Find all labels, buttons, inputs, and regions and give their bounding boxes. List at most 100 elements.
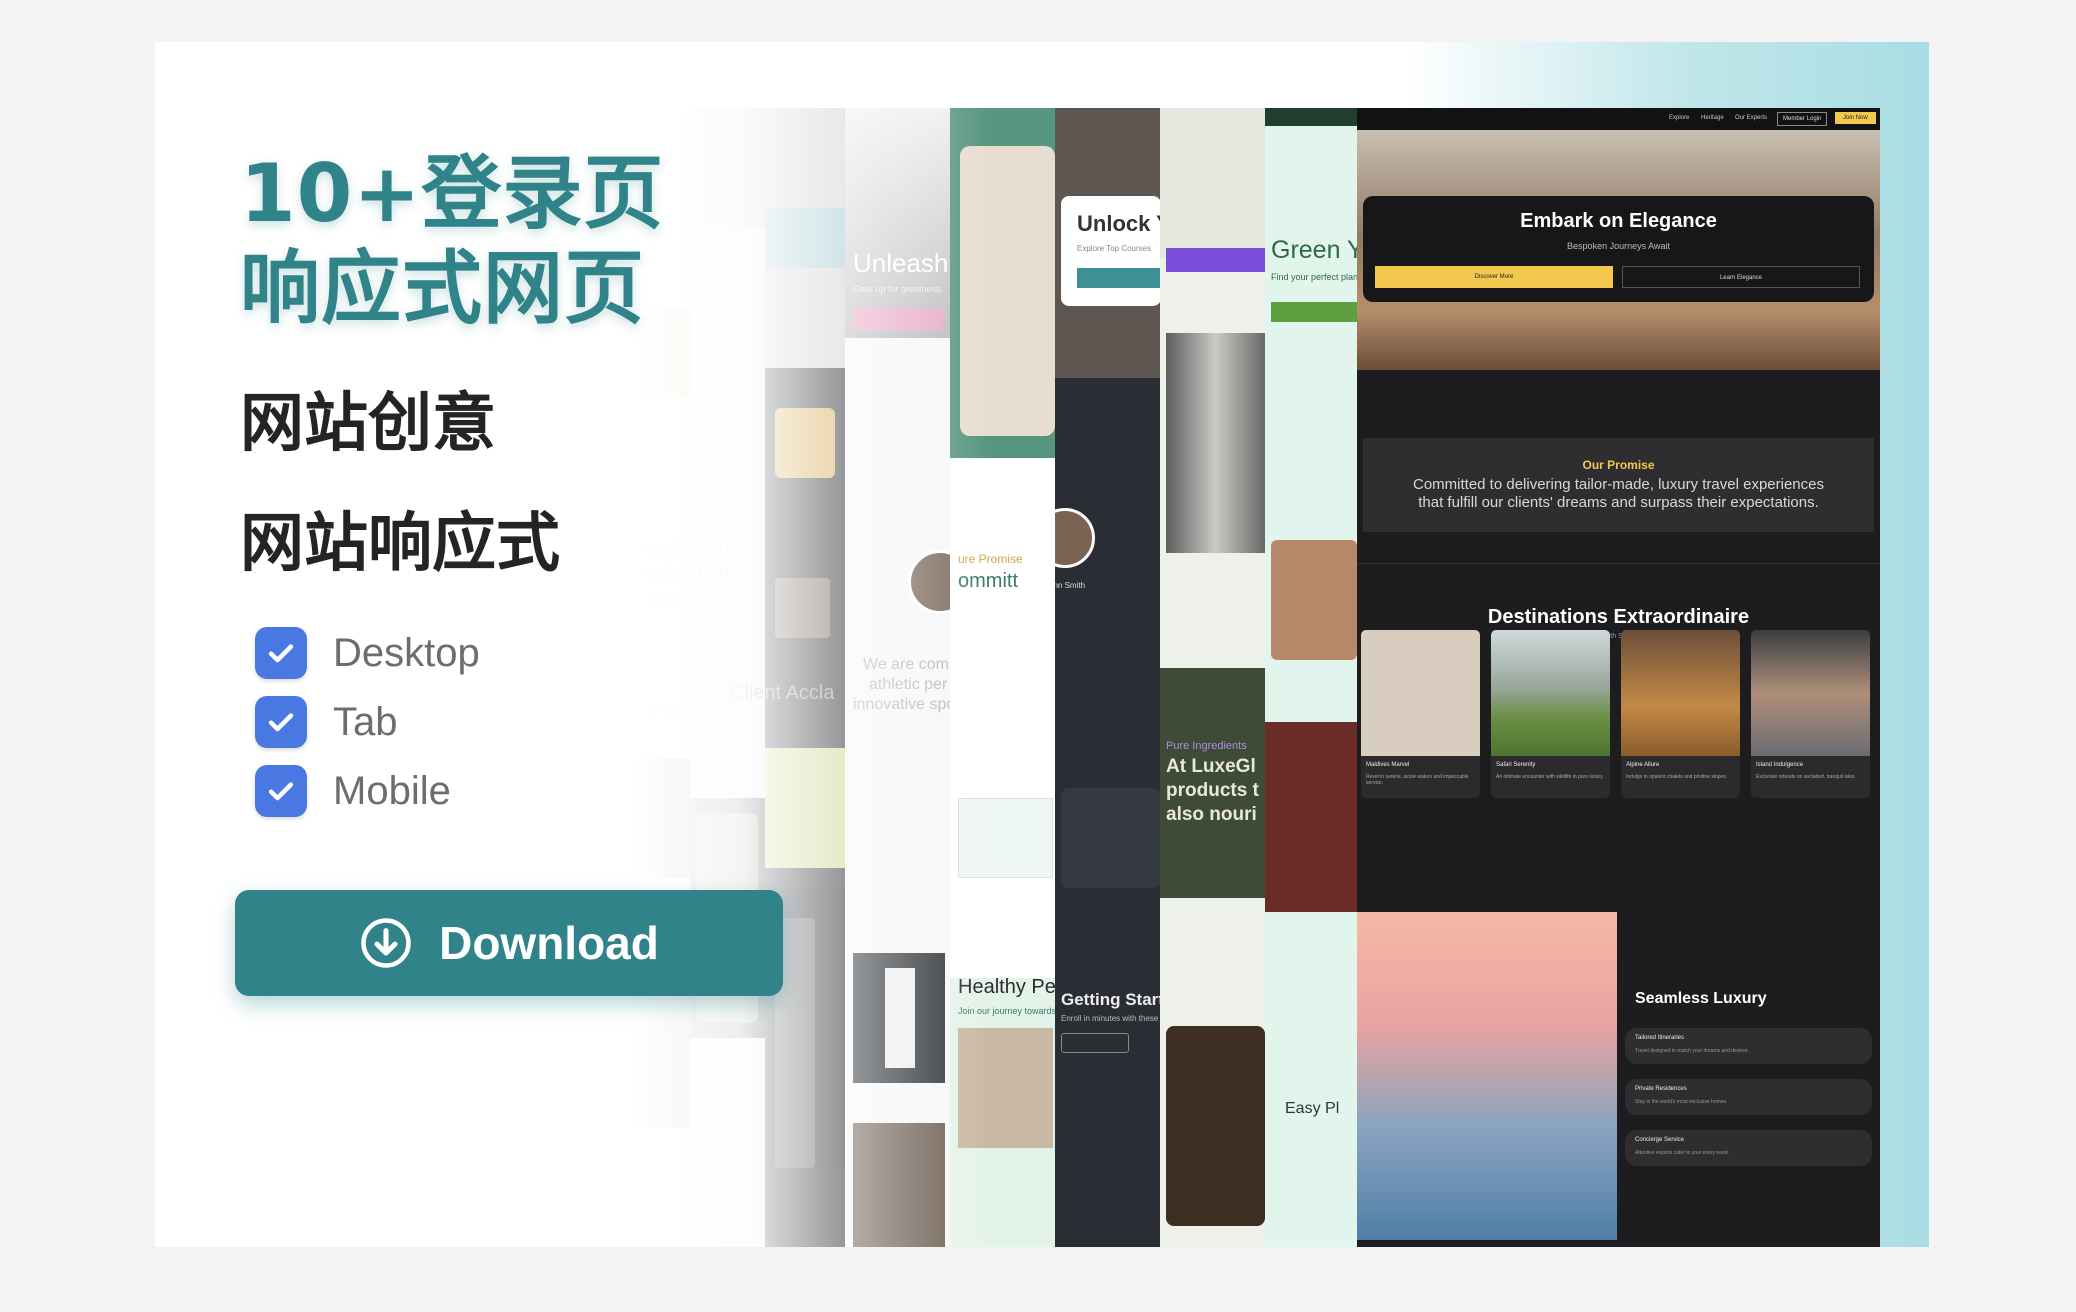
checkbox-checked-icon — [255, 765, 307, 817]
site-nav-item[interactable]: Our Experts — [1735, 115, 1767, 121]
luxury-item-desc: Travel designed to match your dreams and… — [1635, 1048, 1749, 1054]
preview-image — [1166, 333, 1265, 553]
site-promise-text: that fulfill our clients' dreams and sur… — [1418, 494, 1819, 511]
luxury-image — [1357, 912, 1617, 1240]
preview-text: We are comm — [863, 656, 950, 673]
checkbox-checked-icon — [255, 627, 307, 679]
preview-image — [960, 146, 1055, 436]
destination-image — [1621, 630, 1740, 756]
preview-avatar — [908, 550, 950, 614]
download-label: Download — [439, 917, 659, 969]
feature-label: Desktop — [333, 630, 480, 675]
preview-heading: Easy Pl — [1285, 1100, 1340, 1117]
destination-name: Alpine Allure — [1626, 762, 1660, 768]
site-hero-title: Embark on Elegance — [1520, 210, 1717, 232]
preview-avatar — [1055, 508, 1095, 568]
preview-image — [950, 458, 1055, 978]
preview-image — [1265, 108, 1357, 126]
preview-image — [958, 1028, 1053, 1148]
preview-image — [958, 798, 1053, 878]
destination-image — [1751, 630, 1870, 756]
site-hero-subtitle: Bespoken Journeys Await — [1567, 241, 1670, 251]
preview-image — [1265, 722, 1357, 912]
preview-button — [1061, 1033, 1129, 1053]
hero-heading-line1: 10+登录页 — [240, 147, 665, 240]
luxury-item-desc: Attentive experts cater to your every ne… — [1635, 1150, 1729, 1156]
hero-heading-line2: 响应式网页 — [240, 242, 645, 335]
preview-heading: products t — [1166, 780, 1259, 801]
preview-image — [853, 1123, 945, 1247]
destination-card[interactable]: Maldives Marvel Revel in serene, azure w… — [1361, 630, 1480, 798]
checkbox-checked-icon — [255, 696, 307, 748]
preview-text: athletic per — [869, 676, 948, 693]
feature-desktop: Desktop — [255, 627, 480, 679]
preview-image — [1271, 540, 1357, 660]
feature-mobile: Mobile — [255, 765, 451, 817]
destination-name: Island Indulgence — [1756, 762, 1804, 768]
site-nav-item[interactable]: Explore — [1669, 115, 1689, 121]
promo-card: Unleash Gear up for greatness. We are co… — [155, 42, 1929, 1247]
site-login-button[interactable]: Member Login — [1777, 112, 1828, 126]
hero-heading: 10+登录页 响应式网页 — [240, 146, 664, 336]
feature-tab: Tab — [255, 696, 398, 748]
destination-desc: Revel in serene, azure waters and impecc… — [1366, 774, 1469, 786]
luxury-item-title: Concierge Service — [1635, 1137, 1685, 1143]
preview-heading: Green Yo — [1271, 236, 1357, 264]
preview-text: innovative spo — [853, 696, 950, 713]
destination-name: Safari Serenity — [1496, 762, 1536, 768]
preview-button — [1077, 268, 1160, 288]
preview-subtext: Enroll in minutes with these s — [1061, 1014, 1160, 1023]
site-promise-title: Our Promise — [1582, 458, 1655, 472]
preview-button — [1166, 248, 1265, 272]
destination-card[interactable]: Alpine Allure Indulge in opulent chalets… — [1621, 630, 1740, 798]
preview-name: John Smith — [1055, 581, 1086, 590]
site-promise-text: Committed to delivering tailor-made, lux… — [1412, 476, 1824, 493]
luxury-item-desc: Stay in the world's most exclusive homes… — [1635, 1099, 1728, 1105]
destination-card[interactable]: Island Indulgence Exclusive retreats on … — [1751, 630, 1870, 798]
divider — [1357, 563, 1880, 564]
preview-heading: Unleash — [853, 248, 949, 278]
preview-heading: Unlock Y — [1077, 211, 1160, 236]
preview-heading: Getting Starte — [1061, 990, 1160, 1009]
destination-name: Maldives Marvel — [1366, 762, 1410, 768]
preview-strip-9: Pure Ingredients At LuxeGl products t al… — [1160, 108, 1265, 1247]
site-discover-button[interactable]: Discover More — [1375, 266, 1613, 288]
destination-card[interactable]: Safari Serenity An intimate encounter wi… — [1491, 630, 1610, 798]
destination-desc: Indulge in opulent chalets and pristine … — [1626, 774, 1728, 780]
luxury-item[interactable]: Private Residences Stay in the world's m… — [1625, 1079, 1872, 1115]
preview-image — [845, 108, 950, 338]
preview-subtext: Find your perfect plant. — [1271, 272, 1357, 282]
destination-desc: Exclusive retreats on secluded, tranquil… — [1756, 774, 1856, 780]
preview-heading: also nouri — [1166, 804, 1257, 825]
site-join-button[interactable]: Join Now — [1835, 112, 1876, 124]
preview-subtext: Join our journey towards — [958, 1006, 1055, 1016]
preview-strip-7: ure Promise ommitt Healthy Pet Join our … — [950, 108, 1055, 1247]
luxury-item[interactable]: Concierge Service Attentive experts cate… — [1625, 1130, 1872, 1166]
download-button[interactable]: Download — [235, 890, 783, 996]
preview-image — [1166, 1026, 1265, 1226]
download-circle-icon — [359, 916, 413, 970]
preview-subtext: Gear up for greatness. — [853, 284, 944, 294]
preview-strip-10: Green Yo Find your perfect plant. Easy P… — [1265, 108, 1357, 1247]
preview-kicker: Pure Ingredients — [1166, 740, 1247, 752]
site-learn-button[interactable]: Learn Elegance — [1622, 266, 1860, 288]
site-nav-item[interactable]: Heritage — [1701, 115, 1724, 121]
luxury-item-title: Private Residences — [1635, 1086, 1687, 1092]
destination-image — [1361, 630, 1480, 756]
intro-panel: 10+登录页 响应式网页 网站创意 网站响应式 Desktop Tab Mobi… — [155, 42, 855, 1247]
preview-button — [853, 308, 943, 330]
preview-strip-8: Unlock Y Explore Top Courses John Smith … — [1055, 108, 1160, 1247]
destination-desc: An intimate encounter with wildlife in p… — [1496, 774, 1604, 780]
preview-heading: Healthy Pet — [958, 976, 1055, 998]
preview-strip-6: Unleash Gear up for greatness. We are co… — [845, 108, 950, 1247]
feature-label: Mobile — [333, 768, 451, 813]
preview-image — [885, 968, 915, 1068]
site-destinations-title: Destinations Extraordinaire — [1487, 606, 1750, 628]
subtitle-ideas: 网站创意 — [240, 387, 496, 461]
luxury-item[interactable]: Tailored Itineraries Travel designed to … — [1625, 1028, 1872, 1064]
preview-image — [1160, 108, 1265, 258]
preview-card — [1061, 788, 1160, 888]
luxury-title: Seamless Luxury — [1635, 990, 1767, 1007]
preview-heading: At LuxeGl — [1166, 756, 1256, 777]
preview-button — [1271, 302, 1357, 322]
